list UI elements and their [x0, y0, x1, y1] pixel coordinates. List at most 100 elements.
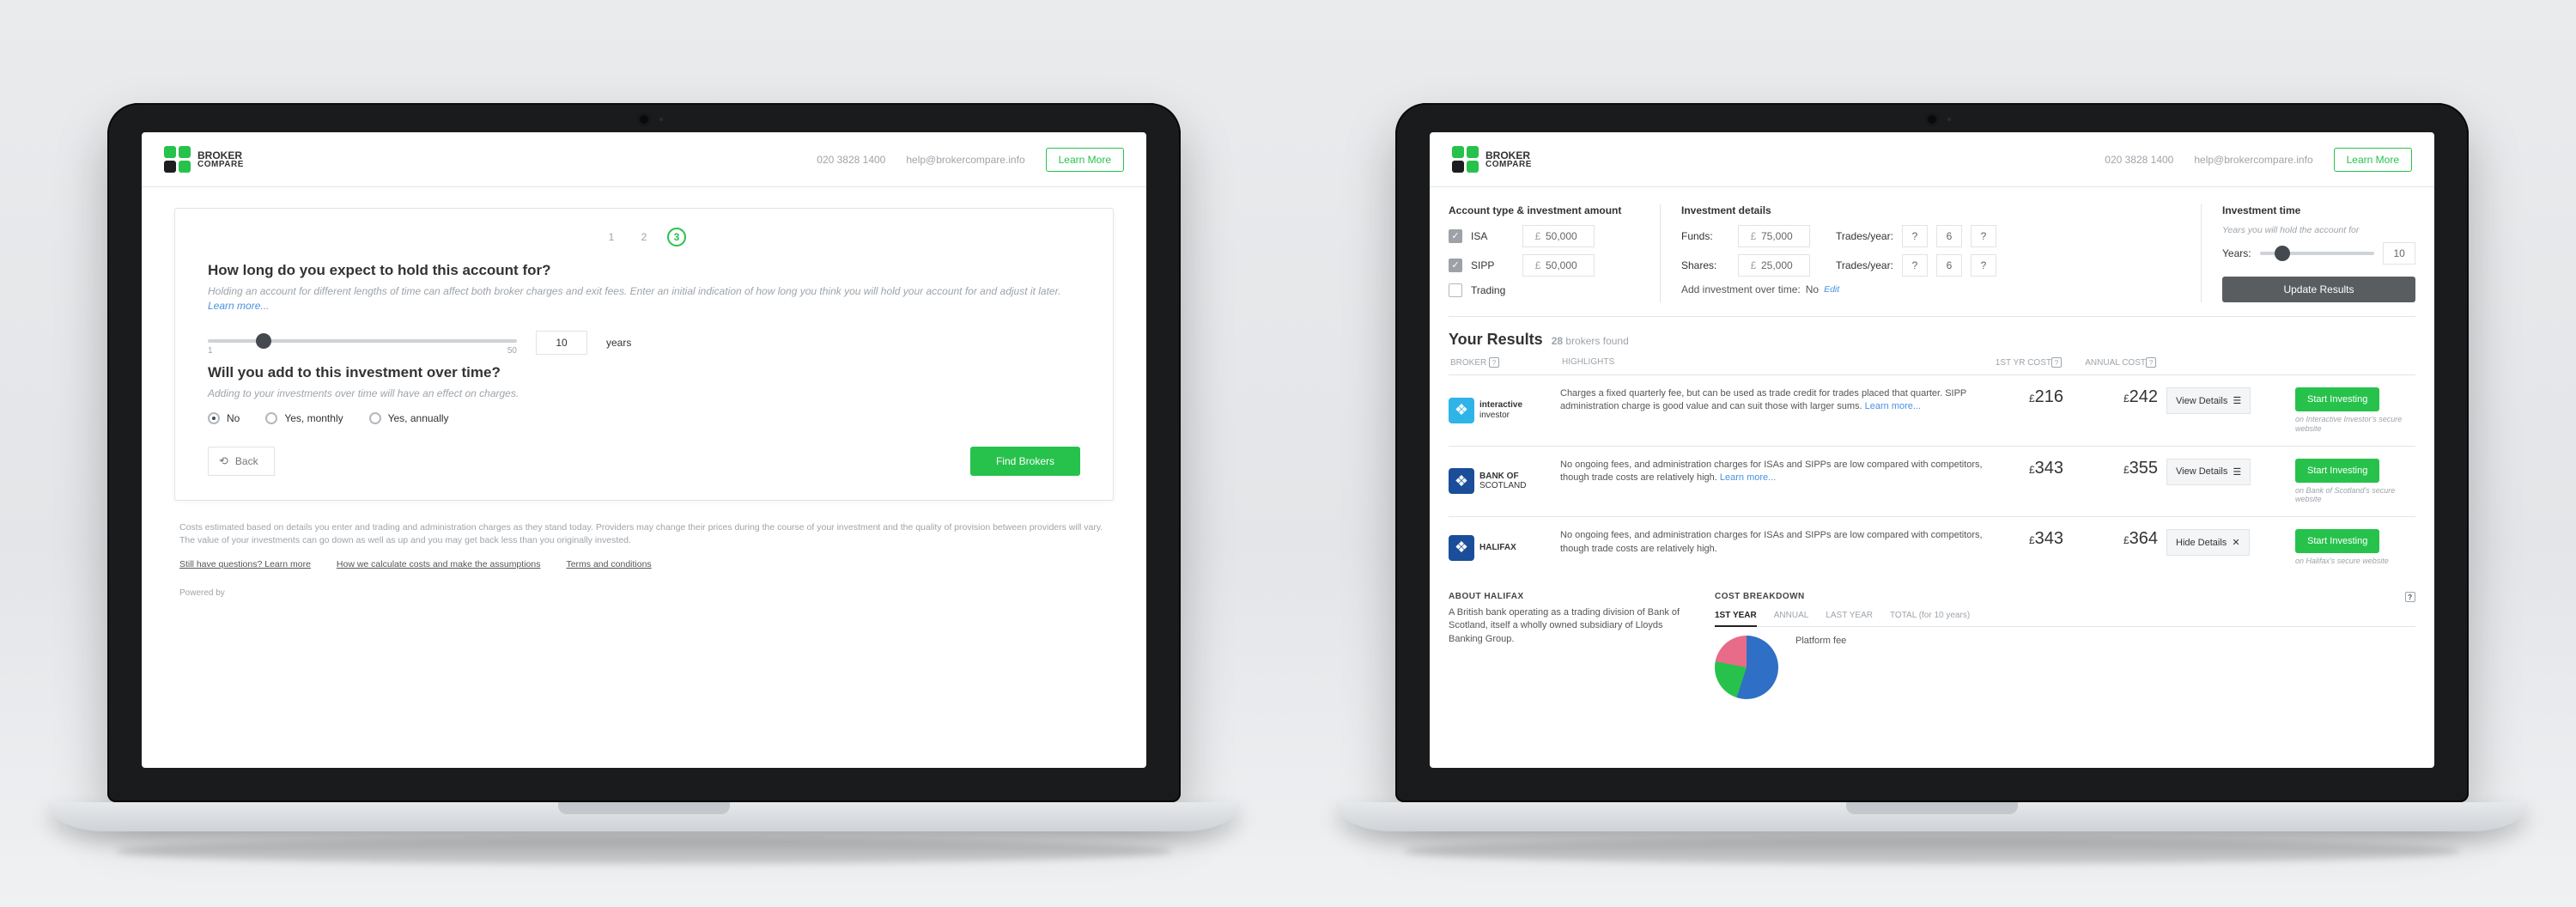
- help-icon[interactable]: ?: [2051, 357, 2062, 368]
- first-year-cost: £343: [1995, 529, 2063, 566]
- result-row: ❖ HALIFAX No ongoing fees, and administr…: [1449, 516, 2415, 578]
- tab-last-year[interactable]: LAST YEAR: [1826, 611, 1873, 621]
- brand-logo[interactable]: BROKER COMPARE: [1452, 146, 1532, 173]
- funds-trades-help[interactable]: ?: [1902, 225, 1928, 247]
- back-button[interactable]: ⟲ Back: [208, 447, 275, 476]
- header-phone: 020 3828 1400: [2105, 154, 2173, 166]
- funds-label: Funds:: [1681, 230, 1729, 242]
- help-icon[interactable]: ?: [1489, 357, 1499, 368]
- logo-icon: [164, 146, 191, 173]
- broker-icon: ❖: [1449, 468, 1474, 494]
- funds-amount-input[interactable]: £75,000: [1738, 225, 1810, 247]
- tab-annual[interactable]: ANNUAL: [1774, 611, 1809, 621]
- learn-more-button[interactable]: Learn More: [1046, 148, 1124, 172]
- expanded-details: ABOUT HALIFAX A British bank operating a…: [1449, 578, 2415, 699]
- slider-thumb-icon[interactable]: [2275, 246, 2290, 261]
- funds-trades-label: Trades/year:: [1836, 230, 1893, 242]
- add-over-time-radiogroup: No Yes, monthly Yes, annually: [208, 412, 1080, 424]
- edit-add-over-time-link[interactable]: Edit: [1824, 284, 1839, 295]
- annual-cost: £364: [2072, 529, 2158, 566]
- shares-amount-input[interactable]: £25,000: [1738, 254, 1810, 277]
- screen-results: BROKER COMPARE 020 3828 1400 help@broker…: [1430, 132, 2434, 768]
- view-details-button[interactable]: Hide Details ✕: [2166, 529, 2250, 556]
- pie-chart-icon: [1715, 636, 1778, 699]
- view-details-button[interactable]: View Details ☰: [2166, 459, 2251, 485]
- question-duration-title: How long do you expect to hold this acco…: [208, 262, 1080, 279]
- funds-trades-input[interactable]: 6: [1936, 225, 1962, 247]
- brand-logo[interactable]: BROKER COMPARE: [164, 146, 244, 173]
- broker-icon: ❖: [1449, 398, 1474, 423]
- help-icon[interactable]: ?: [2146, 357, 2156, 368]
- step-2[interactable]: 2: [635, 228, 653, 247]
- results-title: Your Results: [1449, 331, 1543, 349]
- start-investing-button[interactable]: Start Investing: [2295, 459, 2379, 483]
- expand-icon: ✕: [2232, 537, 2239, 548]
- filter-accounts-heading: Account type & investment amount: [1449, 204, 1637, 216]
- find-brokers-button[interactable]: Find Brokers: [970, 447, 1080, 476]
- step-3[interactable]: 3: [667, 228, 686, 247]
- header-email[interactable]: help@brokercompare.info: [906, 154, 1024, 166]
- broker-highlights: Charges a fixed quarterly fee, but can b…: [1560, 387, 1986, 434]
- calc-method-link[interactable]: How we calculate costs and make the assu…: [337, 559, 541, 569]
- learn-more-link[interactable]: Learn more...: [208, 300, 269, 312]
- faq-link[interactable]: Still have questions? Learn more: [179, 559, 311, 569]
- learn-more-link[interactable]: Learn more...: [1720, 472, 1776, 483]
- header-email[interactable]: help@brokercompare.info: [2194, 154, 2312, 166]
- sipp-amount-input[interactable]: £50,000: [1522, 254, 1595, 277]
- powered-by-label: Powered by: [179, 588, 1109, 598]
- add-over-time-label: Add investment over time:: [1681, 283, 1801, 295]
- filter-time-heading: Investment time: [2222, 204, 2415, 216]
- cost-tabs: 1ST YEAR ANNUAL LAST YEAR TOTAL (for 10 …: [1715, 611, 2415, 627]
- view-details-button[interactable]: View Details ☰: [2166, 387, 2251, 414]
- years-input[interactable]: 10: [2383, 242, 2415, 265]
- cost-breakdown-heading: COST BREAKDOWN: [1715, 592, 1805, 601]
- shares-label: Shares:: [1681, 259, 1729, 271]
- radio-icon: [369, 412, 381, 424]
- shares-trades-help[interactable]: ?: [1902, 254, 1928, 277]
- question-add-title: Will you add to this investment over tim…: [208, 364, 1080, 381]
- radio-annually[interactable]: Yes, annually: [369, 412, 449, 424]
- learn-more-link[interactable]: Learn more...: [1865, 401, 1921, 411]
- start-investing-button[interactable]: Start Investing: [2295, 387, 2379, 411]
- sipp-label: SIPP: [1471, 259, 1514, 271]
- radio-icon: [265, 412, 277, 424]
- first-year-cost: £216: [1995, 387, 2063, 434]
- radio-no[interactable]: No: [208, 412, 240, 424]
- results-columns-header: BROKER ? HIGHLIGHTS 1ST YR COST? ANNUAL …: [1449, 357, 2415, 374]
- result-row: ❖ BANK OFSCOTLAND No ongoing fees, and a…: [1449, 446, 2415, 517]
- radio-icon: [208, 412, 220, 424]
- sipp-checkbox[interactable]: [1449, 259, 1462, 272]
- trading-checkbox[interactable]: [1449, 283, 1462, 297]
- filter-time-sub: Years you will hold the account for: [2222, 225, 2415, 235]
- step-1[interactable]: 1: [602, 228, 621, 247]
- broker-logo[interactable]: ❖ BANK OFSCOTLAND: [1449, 459, 1552, 505]
- brand-line2: COMPARE: [197, 161, 244, 169]
- first-year-cost: £343: [1995, 459, 2063, 505]
- terms-link[interactable]: Terms and conditions: [566, 559, 651, 569]
- broker-logo[interactable]: ❖ HALIFAX: [1449, 529, 1552, 566]
- update-results-button[interactable]: Update Results: [2222, 277, 2415, 302]
- logo-icon: [1452, 146, 1479, 173]
- filters-bar: Account type & investment amount ISA £50…: [1449, 198, 2415, 317]
- isa-amount-input[interactable]: £50,000: [1522, 225, 1595, 247]
- learn-more-button[interactable]: Learn More: [2334, 148, 2412, 172]
- tab-total[interactable]: TOTAL (for 10 years): [1890, 611, 1970, 621]
- shares-trades-help2[interactable]: ?: [1971, 254, 1996, 277]
- screen-wizard: BROKER COMPARE 020 3828 1400 help@broker…: [142, 132, 1146, 768]
- header: BROKER COMPARE 020 3828 1400 help@broker…: [142, 132, 1146, 187]
- radio-monthly[interactable]: Yes, monthly: [265, 412, 343, 424]
- funds-trades-help2[interactable]: ?: [1971, 225, 1996, 247]
- start-investing-button[interactable]: Start Investing: [2295, 529, 2379, 553]
- add-over-time-value: No: [1806, 283, 1819, 295]
- header: BROKER COMPARE 020 3828 1400 help@broker…: [1430, 132, 2434, 187]
- help-icon[interactable]: ?: [2405, 592, 2415, 602]
- broker-logo[interactable]: ❖ interactiveinvestor: [1449, 387, 1552, 434]
- years-slider[interactable]: [2260, 245, 2375, 262]
- back-arrow-icon: ⟲: [219, 454, 228, 468]
- isa-checkbox[interactable]: [1449, 229, 1462, 243]
- annual-cost: £242: [2072, 387, 2158, 434]
- tab-first-year[interactable]: 1ST YEAR: [1715, 611, 1757, 627]
- shares-trades-input[interactable]: 6: [1936, 254, 1962, 277]
- filter-details-heading: Investment details: [1681, 204, 2178, 216]
- years-input[interactable]: 10: [536, 331, 587, 355]
